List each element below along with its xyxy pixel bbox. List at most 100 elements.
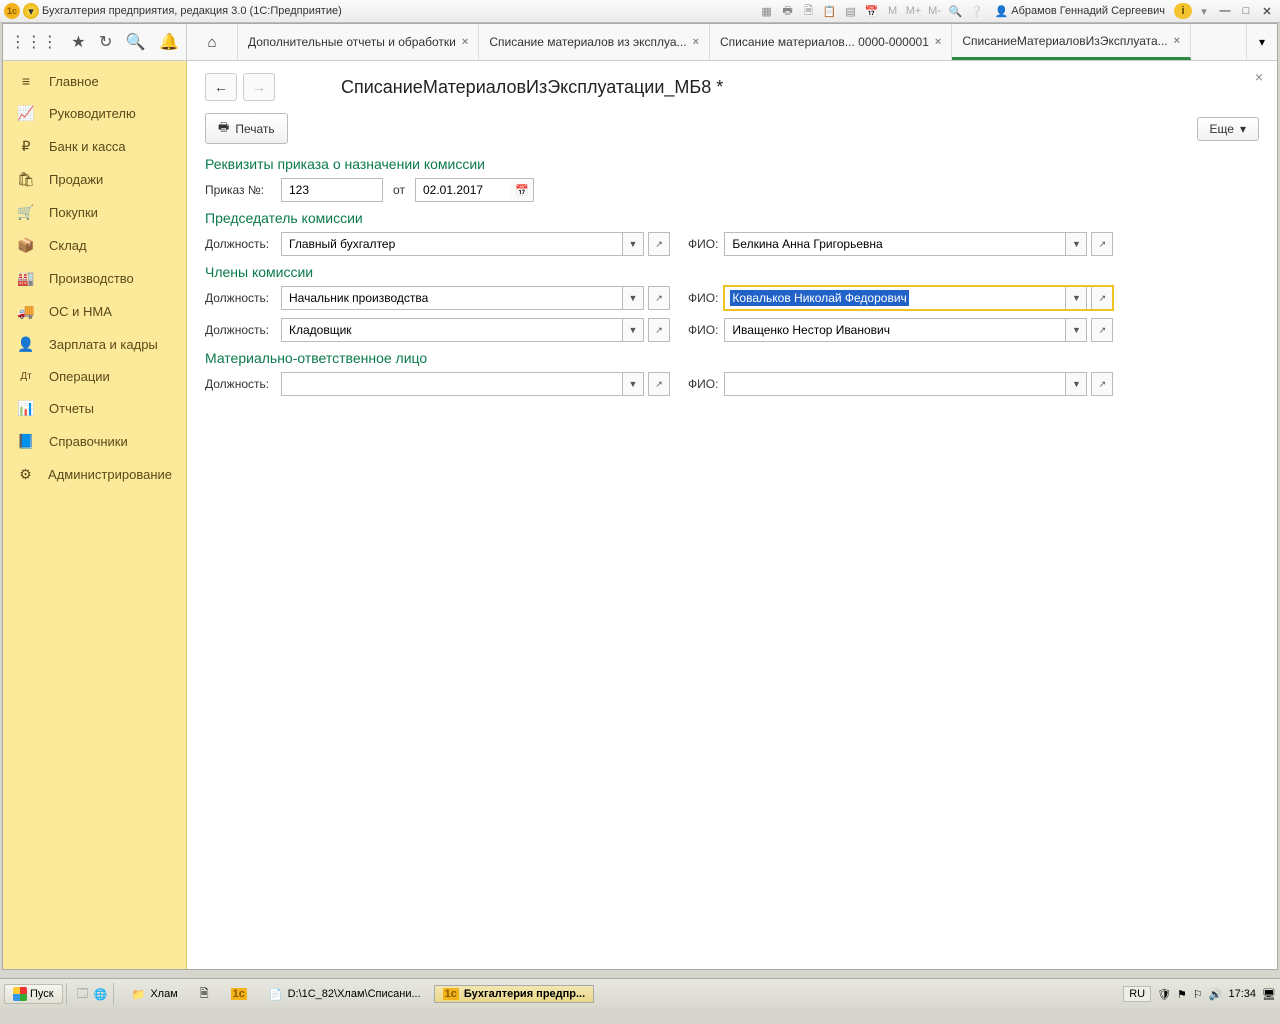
sidebar-item-production[interactable]: 🏭Производство (3, 262, 186, 295)
dropdown-button[interactable]: ▼ (622, 318, 644, 342)
taskbar-item-active[interactable]: 1cБухгалтерия предпр... (434, 985, 595, 1003)
member2-pos-input[interactable] (287, 322, 617, 338)
toolbar-icon[interactable]: ▦ (758, 3, 776, 19)
quicklaunch-icon[interactable]: 🌐 (92, 986, 110, 1002)
lang-indicator[interactable]: RU (1123, 986, 1151, 1002)
print-button[interactable]: 🖶 Печать (205, 113, 288, 144)
close-button[interactable]: ✕ (1258, 3, 1276, 19)
chairman-fio-label: ФИО: (688, 237, 718, 251)
tray-icon[interactable]: 🛡 (1157, 988, 1171, 1001)
tab-close-icon[interactable]: × (1174, 35, 1180, 47)
dropdown-button[interactable]: ▼ (1065, 232, 1087, 256)
app-icon-1c: 1c (4, 3, 20, 19)
tab-reports[interactable]: Дополнительные отчеты и обработки × (238, 24, 479, 60)
mol-pos-input[interactable] (287, 376, 617, 392)
person-icon: 👤 (17, 336, 35, 353)
dropdown-button[interactable]: ▼ (1065, 372, 1087, 396)
sidebar-item-warehouse[interactable]: 📦Склад (3, 229, 186, 262)
mol-fio-input[interactable] (730, 376, 1060, 392)
dropdown-icon[interactable]: ▾ (23, 3, 39, 19)
user-icon: 👤 (995, 5, 1009, 18)
tabs-container: ⌂ Дополнительные отчеты и обработки × Сп… (187, 24, 1246, 60)
minimize-button[interactable]: — (1216, 3, 1234, 19)
clipboard-icon[interactable]: 📋 (821, 3, 839, 19)
help-icon[interactable]: ❔ (968, 3, 986, 19)
sidebar-item-main[interactable]: ≡Главное (3, 65, 186, 97)
taskbar-item-1c[interactable]: 1c (222, 985, 256, 1003)
tab-close-icon[interactable]: × (693, 36, 699, 48)
sidebar-item-manager[interactable]: 📈Руководителю (3, 97, 186, 130)
show-desktop-icon[interactable]: 🖥 (1262, 988, 1276, 1001)
sidebar-item-label: Склад (49, 238, 87, 253)
clock[interactable]: 17:34 (1229, 988, 1257, 1000)
tab-writeoff-doc[interactable]: Списание материалов... 0000-000001 × (710, 24, 952, 60)
quicklaunch-icon[interactable]: 🗔 (74, 986, 92, 1002)
open-button[interactable]: ↗ (648, 286, 670, 310)
tray-icon[interactable]: ⚑ (1177, 988, 1187, 1001)
dropdown-button[interactable]: ▼ (622, 372, 644, 396)
apps-icon[interactable]: ⋮⋮⋮ (10, 32, 58, 52)
sidebar-item-operations[interactable]: ДтОперации (3, 361, 186, 392)
back-button[interactable]: ← (205, 73, 237, 101)
forward-button[interactable]: → (243, 73, 275, 101)
user-badge[interactable]: 👤 Абрамов Геннадий Сергеевич (989, 5, 1171, 18)
dropdown-button[interactable]: ▼ (622, 232, 644, 256)
tabs-overflow-button[interactable]: ▾ (1246, 24, 1277, 60)
member1-pos-input[interactable] (287, 290, 617, 306)
m-minus-btn[interactable]: M- (926, 3, 944, 19)
zoom-icon[interactable]: 🔍 (947, 3, 965, 19)
m-plus-btn[interactable]: M+ (905, 3, 923, 19)
dropdown-button[interactable]: ▼ (1065, 286, 1087, 310)
chairman-pos-input[interactable] (287, 236, 617, 252)
star-icon[interactable]: ★ (71, 32, 85, 52)
tab-home[interactable]: ⌂ (187, 24, 238, 60)
taskbar-item[interactable]: 🗎 (191, 982, 218, 1007)
info-icon[interactable]: i (1174, 3, 1192, 19)
tab-close-icon[interactable]: × (935, 36, 941, 48)
sidebar-item-catalogs[interactable]: 📘Справочники (3, 425, 186, 458)
tray-icon[interactable]: ⚐ (1193, 988, 1203, 1001)
search-icon[interactable]: 🔍 (126, 32, 146, 52)
open-button[interactable]: ↗ (648, 372, 670, 396)
sidebar-item-purchases[interactable]: 🛒Покупки (3, 196, 186, 229)
app-body: ⋮⋮⋮ ★ ↻ 🔍 🔔 ⌂ Дополнительные отчеты и об… (2, 23, 1278, 970)
tray-icon[interactable]: 🔊 (1209, 988, 1223, 1001)
sidebar-item-admin[interactable]: ⚙Администрирование (3, 458, 186, 491)
open-button[interactable]: ↗ (648, 318, 670, 342)
bell-icon[interactable]: 🔔 (159, 32, 179, 52)
dropdown-button[interactable]: ▼ (1065, 318, 1087, 342)
maximize-button[interactable]: □ (1237, 3, 1255, 19)
history-icon[interactable]: ↻ (99, 32, 112, 52)
member2-fio-input[interactable] (730, 322, 1060, 338)
chairman-fio-input[interactable] (730, 236, 1060, 252)
member1-fio-input[interactable]: Ковальков Николай Федорович (730, 290, 908, 306)
more-button[interactable]: Еще ▾ (1197, 117, 1259, 141)
calendar-button[interactable]: 📅 (511, 178, 534, 202)
m-btn[interactable]: M (884, 3, 902, 19)
page-close-button[interactable]: × (1255, 69, 1263, 85)
taskbar-item-file[interactable]: 📄D:\1C_82\Хлам\Списани... (260, 985, 430, 1004)
sidebar-item-assets[interactable]: 🚚ОС и НМА (3, 295, 186, 328)
print-icon[interactable]: 🖶 (779, 3, 797, 19)
open-button[interactable]: ↗ (1091, 232, 1113, 256)
tab-close-icon[interactable]: × (462, 36, 468, 48)
doc-icon[interactable]: 🗎 (800, 3, 818, 19)
window-dropdown-icon[interactable]: ▾ (1195, 3, 1213, 19)
tab-mb8[interactable]: СписаниеМатериаловИзЭксплуата... × (952, 24, 1191, 60)
sidebar-item-reports[interactable]: 📊Отчеты (3, 392, 186, 425)
sidebar-item-sales[interactable]: 🛍Продажи (3, 163, 186, 196)
taskbar-item-folder[interactable]: 📁Хлам (123, 985, 187, 1004)
sidebar-item-payroll[interactable]: 👤Зарплата и кадры (3, 328, 186, 361)
open-button[interactable]: ↗ (1091, 286, 1113, 310)
calendar-icon[interactable]: 📅 (863, 3, 881, 19)
tab-writeoff-list[interactable]: Списание материалов из эксплуа... × (479, 24, 710, 60)
open-button[interactable]: ↗ (1091, 318, 1113, 342)
order-num-input[interactable] (287, 182, 377, 198)
grid-icon[interactable]: ▤ (842, 3, 860, 19)
open-button[interactable]: ↗ (648, 232, 670, 256)
sidebar-item-bank[interactable]: ₽Банк и касса (3, 130, 186, 163)
order-date-input[interactable] (421, 182, 506, 198)
dropdown-button[interactable]: ▼ (622, 286, 644, 310)
start-button[interactable]: Пуск (4, 984, 63, 1004)
open-button[interactable]: ↗ (1091, 372, 1113, 396)
